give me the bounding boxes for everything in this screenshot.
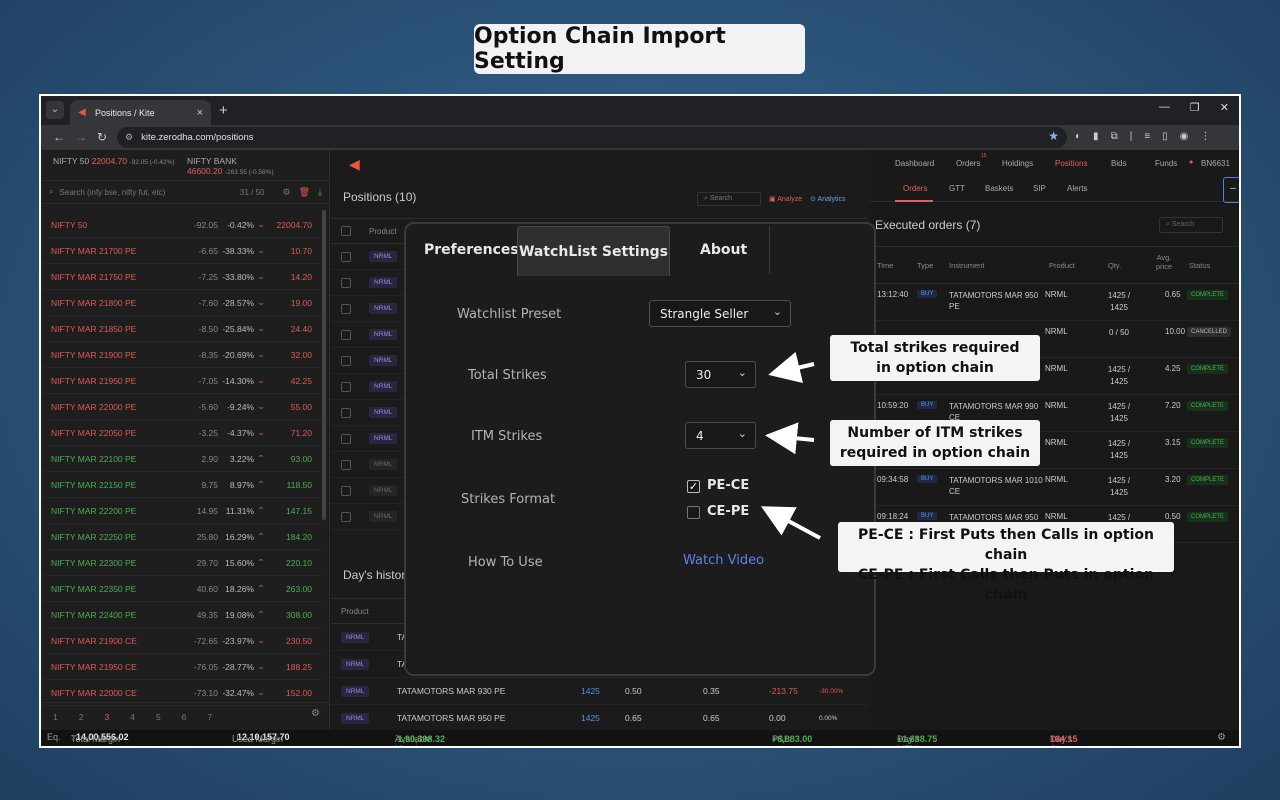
annotation-arrows <box>760 351 821 540</box>
arrow-strikes-format <box>760 506 821 540</box>
arrow-total-strikes <box>768 351 815 384</box>
arrow-itm-strikes <box>765 422 815 455</box>
